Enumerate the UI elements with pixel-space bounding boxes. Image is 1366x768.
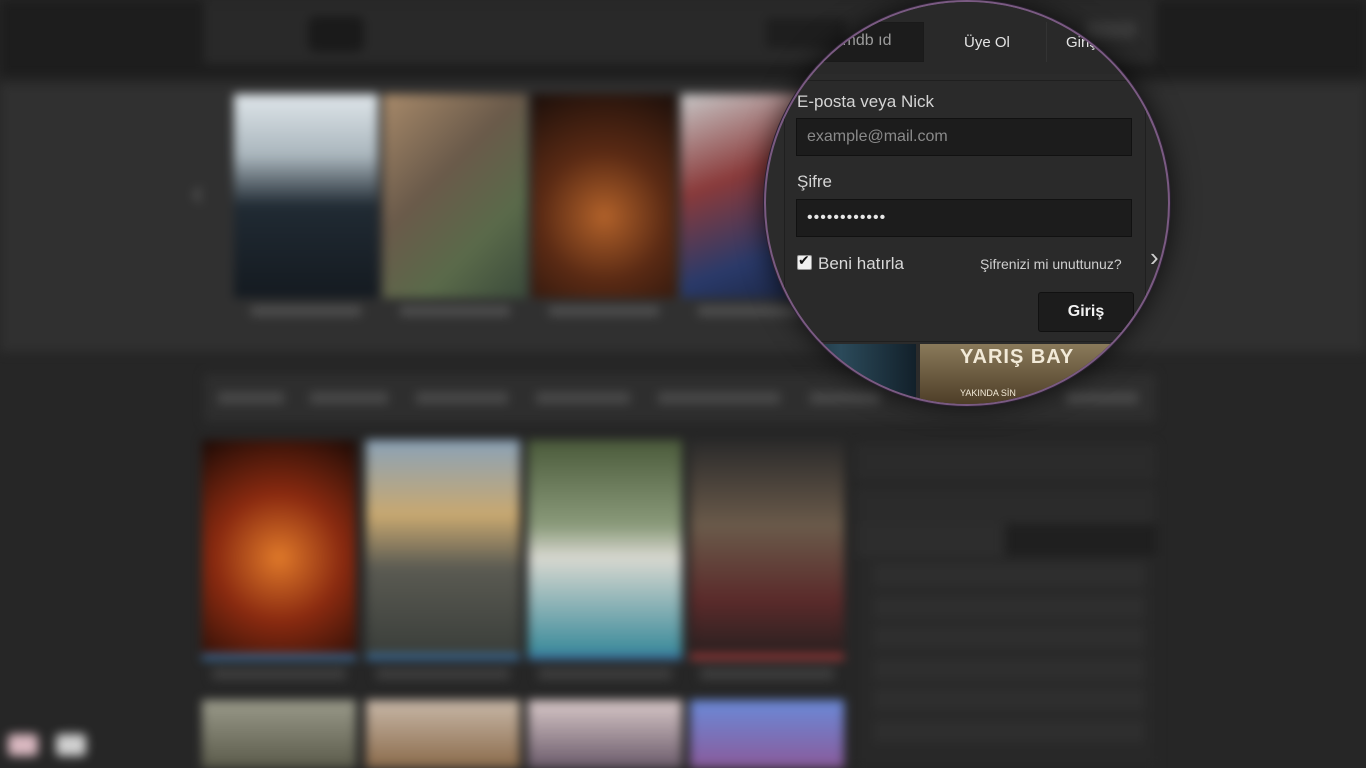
magnifier-lens: imdb ıd Üye Ol Giriş E-posta veya Nick Ş… [764, 0, 1170, 406]
sidebar-row[interactable] [874, 564, 1144, 588]
movie-card[interactable] [528, 700, 682, 768]
sidebar-header [856, 488, 1156, 524]
password-label: Şifre [797, 172, 832, 191]
search-input[interactable]: imdb ıd [782, 22, 924, 62]
sidebar-row[interactable] [874, 596, 1144, 620]
movie-card[interactable] [690, 440, 844, 690]
slider-caption [400, 306, 510, 316]
category-tab[interactable] [218, 392, 284, 404]
remember-me-checkbox[interactable]: ✔ Beni hatırla [797, 252, 904, 274]
poster-image [766, 344, 916, 404]
site-logo-badge [308, 16, 364, 52]
sidebar-row[interactable] [874, 720, 1144, 744]
movie-card[interactable] [690, 700, 844, 768]
tab-divider [1046, 22, 1047, 62]
poster-image [383, 94, 527, 298]
sidebar-row[interactable] [874, 688, 1144, 712]
slider-caption [251, 306, 361, 316]
poster-image [202, 440, 356, 654]
sidebar-tab[interactable] [856, 524, 1004, 556]
slider-caption [549, 306, 659, 316]
sidebar-row[interactable] [874, 658, 1144, 682]
chevron-right-icon[interactable]: › [1150, 242, 1159, 273]
checkbox-checked-icon[interactable]: ✔ [797, 252, 812, 270]
login-tab[interactable]: Giriş [1066, 34, 1097, 51]
login-submit-button[interactable]: Giriş [1038, 292, 1134, 332]
slider-item[interactable] [234, 94, 378, 332]
movie-card[interactable] [202, 440, 356, 690]
movie-meta [538, 668, 672, 680]
corner-widget[interactable] [8, 734, 38, 756]
poster-title: YARIŞ BAY [960, 346, 1075, 368]
corner-widget[interactable] [56, 734, 86, 756]
poster-image: YARIŞ BAY YAKINDA SİN [920, 344, 1120, 404]
poster-image [234, 94, 378, 298]
poster-image [528, 440, 682, 654]
rating-bar [202, 654, 356, 660]
rating-bar [690, 654, 844, 660]
password-field[interactable] [796, 199, 1132, 237]
poster-image [690, 440, 844, 654]
poster-image [366, 440, 520, 654]
category-tab[interactable] [416, 392, 508, 404]
remember-me-label: Beni hatırla [818, 254, 904, 273]
email-field[interactable] [796, 118, 1132, 156]
movie-card[interactable] [366, 440, 520, 690]
movie-meta [376, 668, 510, 680]
movie-card[interactable] [366, 700, 520, 768]
chevron-left-icon[interactable]: ‹ [192, 176, 210, 210]
site-logo[interactable] [222, 18, 302, 48]
poster-tagline: YAKINDA SİN [960, 388, 1016, 398]
category-tab[interactable] [536, 392, 630, 404]
slider-item[interactable] [532, 94, 676, 332]
sidebar-row[interactable] [874, 626, 1144, 650]
rating-bar [528, 654, 682, 660]
sidebar-tab[interactable] [1006, 524, 1156, 556]
forgot-password-link[interactable]: Şifrenizi mi unuttunuz? [980, 256, 1122, 272]
category-tab[interactable] [658, 392, 780, 404]
slider-item[interactable] [383, 94, 527, 332]
movie-card[interactable] [202, 700, 356, 768]
movie-card[interactable] [528, 440, 682, 690]
category-tab[interactable] [310, 392, 388, 404]
poster-image [532, 94, 676, 298]
email-label: E-posta veya Nick [797, 92, 934, 111]
rating-bar [366, 654, 520, 660]
sidebar-header [856, 444, 1156, 480]
movie-meta [212, 668, 346, 680]
signup-link[interactable]: Üye Ol [964, 34, 1010, 51]
movie-meta [700, 668, 834, 680]
